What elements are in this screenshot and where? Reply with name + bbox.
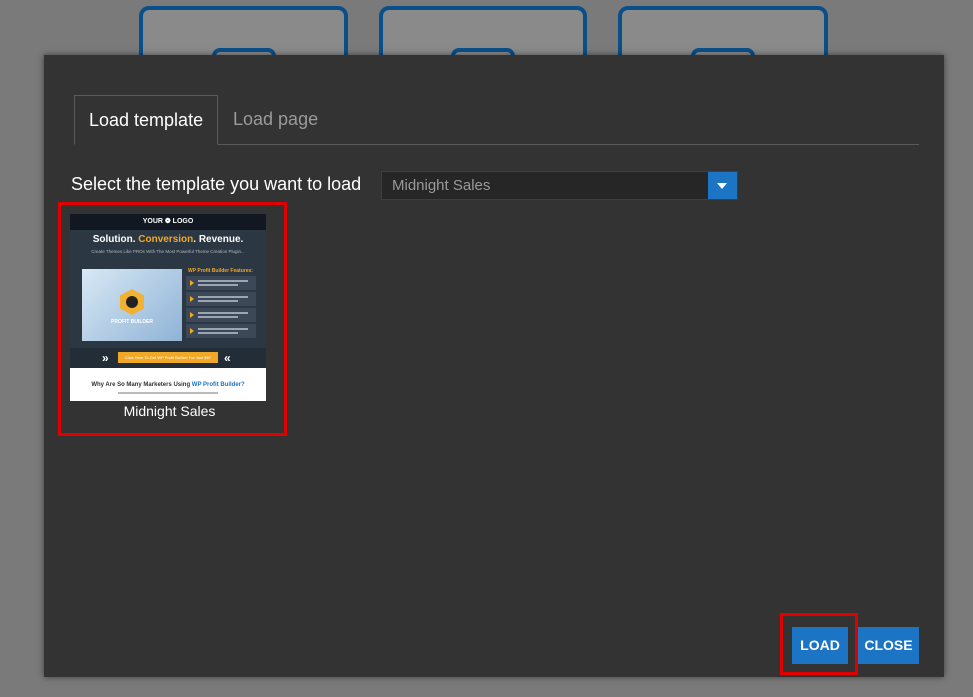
close-button[interactable]: CLOSE (858, 627, 919, 664)
load-button[interactable]: LOAD (792, 627, 848, 664)
tab-bar: Load template Load page (74, 95, 919, 145)
thumb-headline: Solution. Conversion. Revenue. (92, 234, 244, 245)
chevrons-right-icon: » (102, 351, 109, 365)
tab-load-template[interactable]: Load template (74, 95, 219, 145)
template-select-value: Midnight Sales (392, 177, 491, 194)
thumb-feature-item (186, 324, 256, 338)
thumb-logo: YOUR ❁ LOGO (70, 214, 266, 230)
thumb-text-line (118, 392, 218, 394)
thumb-feature-item (186, 308, 256, 322)
thumb-cta-row: » Click Here To Get WP Profit Builder Fo… (70, 348, 266, 368)
chevron-down-icon[interactable] (708, 172, 737, 199)
template-select[interactable]: Midnight Sales (381, 171, 738, 200)
thumb-product-name: PROFIT BUILDER (111, 319, 153, 325)
thumb-subheadline: Create Themes Like PROs With The Most Po… (91, 249, 245, 254)
thumb-video: PROFIT BUILDER (82, 269, 182, 341)
thumb-question: Why Are So Many Marketers Using WP Profi… (91, 382, 245, 388)
thumb-bottom-section: Why Are So Many Marketers Using WP Profi… (70, 368, 266, 401)
thumb-cta-button: Click Here To Get WP Profit Builder For … (118, 352, 218, 363)
tab-load-page[interactable]: Load page (219, 95, 332, 144)
select-template-label: Select the template you want to load (71, 174, 362, 194)
chevrons-left-icon: « (224, 351, 231, 365)
play-icon (126, 296, 138, 308)
template-thumbnail[interactable]: YOUR ❁ LOGO Solution. Conversion. Revenu… (70, 214, 266, 401)
thumb-feature-item (186, 276, 256, 290)
template-card[interactable]: YOUR ❁ LOGO Solution. Conversion. Revenu… (58, 202, 287, 436)
thumb-features-title: WP Profit Builder Features: (188, 268, 253, 274)
template-name: Midnight Sales (123, 403, 216, 419)
thumb-feature-item (186, 292, 256, 306)
load-dialog: Load template Load page Select the templ… (44, 55, 944, 677)
